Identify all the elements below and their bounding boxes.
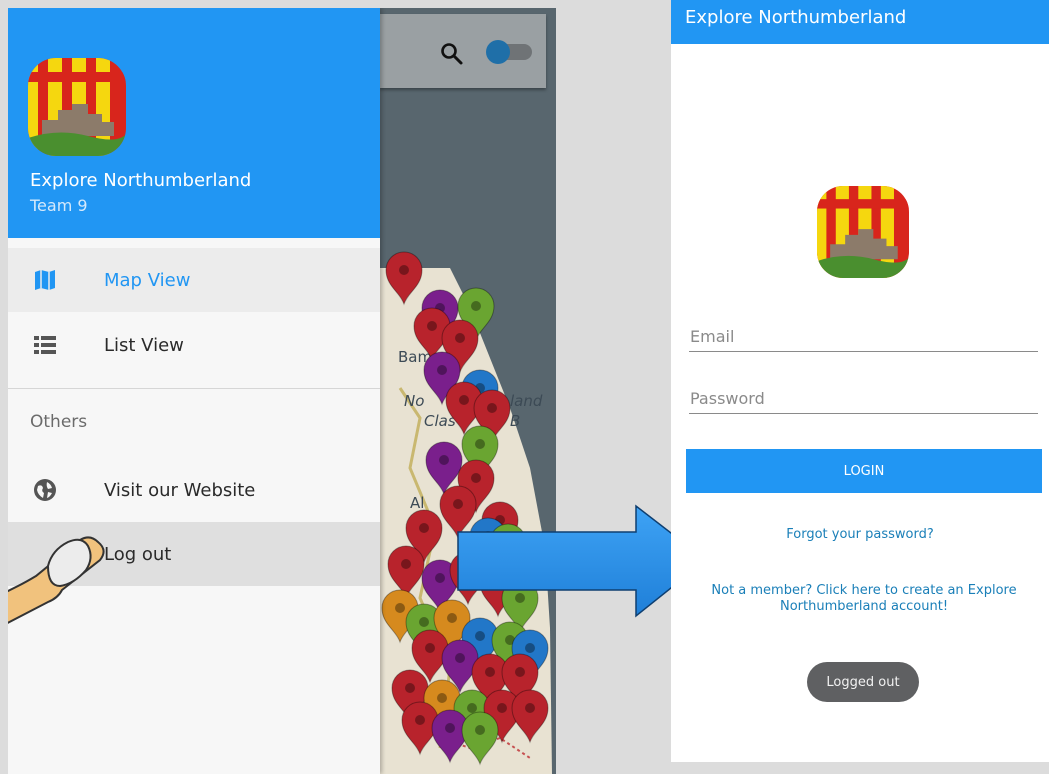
map-pin-dot (455, 653, 465, 663)
map-pin-dot (415, 715, 425, 725)
create-account-link[interactable]: Not a member? Click here to create an Ex… (711, 583, 1017, 615)
map-pin-dot (425, 643, 435, 653)
forgot-password-link[interactable]: Forgot your password? (671, 527, 1049, 542)
map-pin-dot (395, 603, 405, 613)
drawer-team-name: Team 9 (30, 196, 88, 215)
map-pins (381, 251, 549, 766)
map-pin-dot (427, 321, 437, 331)
app-logo (28, 58, 126, 156)
map-pin-dot (419, 523, 429, 533)
drawer-item-label: Visit our Website (104, 479, 256, 501)
map-view[interactable]: Bambu No land Clas B Al (380, 8, 556, 774)
left-phone-screen: Bambu No land Clas B Al Explore Northumb… (8, 8, 556, 774)
drawer-item-list-view[interactable]: List View (8, 313, 380, 377)
castle-logo-icon (28, 58, 126, 156)
right-phone-screen: Explore Northumberland LOGIN Forgot your… (671, 0, 1049, 762)
map-pin-dot (515, 667, 525, 677)
map-pin-dot (467, 703, 477, 713)
map-pin-dot (487, 403, 497, 413)
map-pin-dot (399, 265, 409, 275)
map-pin-dot (475, 631, 485, 641)
globe-icon (32, 478, 58, 502)
email-field (689, 322, 1038, 352)
map-pin-dot (439, 455, 449, 465)
map-pin[interactable] (461, 711, 499, 766)
pointing-finger-icon (8, 536, 105, 624)
password-field (689, 384, 1038, 414)
toggle-knob (486, 40, 510, 64)
map-pin-dot (525, 703, 535, 713)
search-icon[interactable] (440, 42, 464, 66)
drawer-item-label: Map View (104, 269, 191, 291)
map-pin[interactable] (511, 689, 549, 744)
list-icon (32, 333, 58, 357)
navigation-drawer: Explore Northumberland Team 9 Map View L… (8, 8, 380, 774)
page-title: Explore Northumberland (685, 7, 907, 28)
map-pin-dot (455, 333, 465, 343)
map-pin-dot (497, 703, 507, 713)
app-bar: Explore Northumberland (671, 0, 1049, 44)
map-pin-dot (437, 365, 447, 375)
map-pin-dot (475, 725, 485, 735)
map-pin-dot (485, 667, 495, 677)
logged-out-toast: Logged out (807, 662, 919, 702)
map-icon (32, 268, 58, 292)
map-pin[interactable] (385, 251, 423, 306)
map-search-bar (380, 14, 546, 88)
drawer-header: Explore Northumberland Team 9 (8, 8, 380, 238)
map-pin-dot (525, 643, 535, 653)
map-pin-dot (419, 617, 429, 627)
password-input[interactable] (689, 384, 1038, 412)
map-pin-dot (459, 395, 469, 405)
map-pin-dot (471, 473, 481, 483)
drawer-item-label: List View (104, 334, 184, 356)
map-pin-dot (437, 693, 447, 703)
map-pin[interactable] (387, 545, 425, 600)
app-logo (817, 186, 909, 278)
map-pin-dot (401, 559, 411, 569)
map-pin-dot (435, 573, 445, 583)
map-pin-dot (405, 683, 415, 693)
castle-logo-icon (817, 186, 909, 278)
map-pin-dot (471, 301, 481, 311)
map-pin-dot (475, 439, 485, 449)
drawer-item-visit-website[interactable]: Visit our Website (8, 458, 380, 522)
drawer-divider (8, 388, 380, 389)
drawer-item-map-view[interactable]: Map View (8, 248, 380, 312)
map-toggle-switch[interactable] (486, 40, 532, 64)
drawer-section-title: Others (30, 412, 88, 432)
map-pin-dot (445, 723, 455, 733)
email-input[interactable] (689, 322, 1038, 350)
drawer-app-name: Explore Northumberland (30, 170, 252, 191)
login-button[interactable]: LOGIN (686, 449, 1042, 493)
